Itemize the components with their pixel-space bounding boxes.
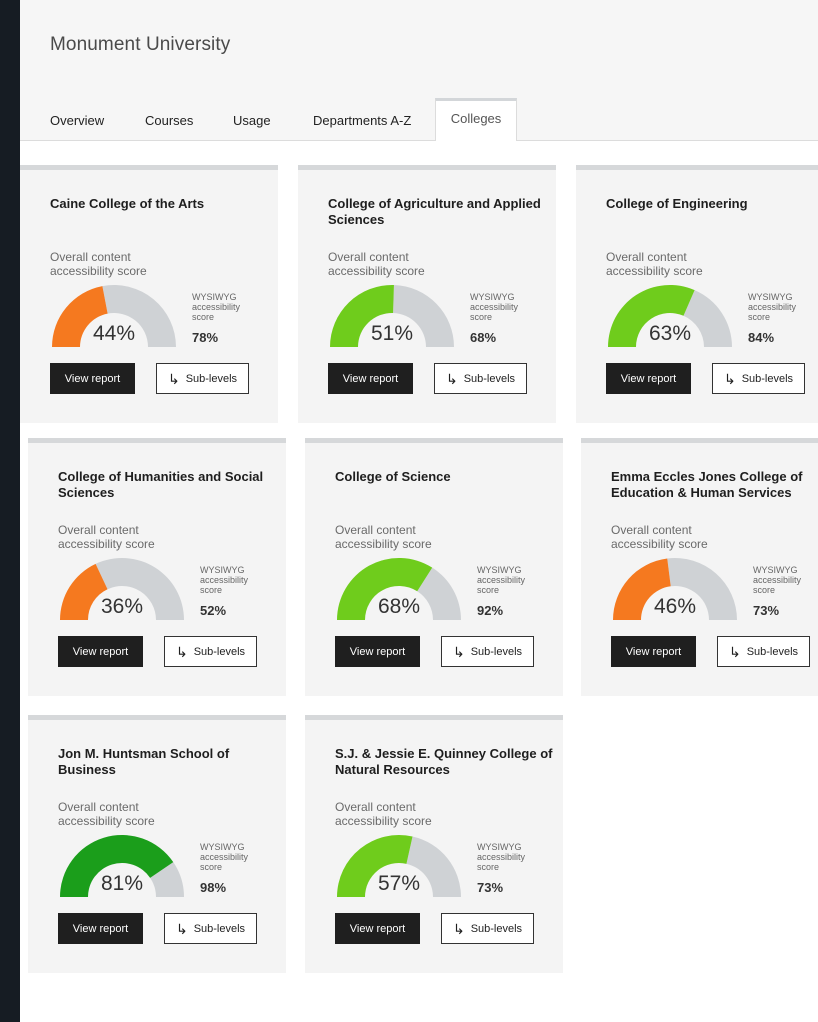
arrow-down-right-icon: ↳ bbox=[723, 370, 736, 387]
overall-score-value: 36% bbox=[100, 595, 144, 618]
college-name: College of Agriculture and Applied Scien… bbox=[328, 196, 541, 227]
wysiwyg-score-value: 73% bbox=[753, 603, 780, 618]
overall-score-label: Overall content accessibility score bbox=[335, 800, 432, 828]
wysiwyg-score-value: 52% bbox=[200, 603, 227, 618]
college-card: Caine College of the Arts Overall conten… bbox=[20, 165, 278, 423]
overall-score-value: 81% bbox=[100, 872, 144, 895]
sub-levels-label: Sub-levels bbox=[193, 922, 246, 935]
college-name: College of Science bbox=[335, 469, 451, 484]
overall-score-label: Overall content accessibility score bbox=[606, 250, 703, 278]
arrow-down-right-icon: ↳ bbox=[452, 643, 465, 660]
college-name: Jon M. Huntsman School of Business bbox=[58, 746, 230, 777]
sub-levels-button[interactable]: ↳ Sub-levels bbox=[712, 363, 805, 394]
sub-levels-label: Sub-levels bbox=[741, 372, 794, 385]
view-report-button[interactable]: View report bbox=[606, 363, 691, 394]
wysiwyg-score-label: WYSIWYG accessibility score bbox=[470, 292, 519, 322]
arrow-down-right-icon: ↳ bbox=[728, 643, 741, 660]
app-title: Monument University bbox=[50, 34, 231, 55]
wysiwyg-score-value: 98% bbox=[200, 880, 227, 895]
sub-levels-label: Sub-levels bbox=[470, 645, 523, 658]
college-name: S.J. & Jessie E. Quinney College of Natu… bbox=[335, 746, 553, 777]
wysiwyg-score-value: 92% bbox=[477, 603, 504, 618]
overall-score-label: Overall content accessibility score bbox=[50, 250, 147, 278]
overall-score-value: 51% bbox=[370, 322, 414, 345]
college-card: College of Science Overall content acces… bbox=[305, 438, 563, 696]
view-report-button[interactable]: View report bbox=[335, 913, 420, 944]
wysiwyg-score-label: WYSIWYG accessibility score bbox=[477, 842, 526, 872]
wysiwyg-score-label: WYSIWYG accessibility score bbox=[753, 565, 802, 595]
view-report-button[interactable]: View report bbox=[58, 636, 143, 667]
view-report-button[interactable]: View report bbox=[50, 363, 135, 394]
college-name: Caine College of the Arts bbox=[50, 196, 205, 211]
wysiwyg-score-label: WYSIWYG accessibility score bbox=[200, 842, 249, 872]
overall-score-label: Overall content accessibility score bbox=[335, 523, 432, 551]
college-card: Jon M. Huntsman School of Business Overa… bbox=[28, 715, 286, 973]
sub-levels-label: Sub-levels bbox=[463, 372, 516, 385]
sub-levels-button[interactable]: ↳ Sub-levels bbox=[717, 636, 810, 667]
overall-score-label: Overall content accessibility score bbox=[58, 800, 155, 828]
college-card: College of Agriculture and Applied Scien… bbox=[298, 165, 556, 423]
wysiwyg-score-label: WYSIWYG accessibility score bbox=[192, 292, 241, 322]
overall-score-label: Overall content accessibility score bbox=[58, 523, 155, 551]
college-name: College of Engineering bbox=[606, 196, 748, 211]
college-name: College of Humanities and Social Science… bbox=[58, 469, 264, 500]
sub-levels-label: Sub-levels bbox=[185, 372, 238, 385]
sub-levels-button[interactable]: ↳ Sub-levels bbox=[434, 363, 527, 394]
sub-levels-label: Sub-levels bbox=[746, 645, 799, 658]
sub-levels-button[interactable]: ↳ Sub-levels bbox=[156, 363, 249, 394]
college-card: S.J. & Jessie E. Quinney College of Natu… bbox=[305, 715, 563, 973]
wysiwyg-score-value: 68% bbox=[470, 330, 497, 345]
view-report-button[interactable]: View report bbox=[335, 636, 420, 667]
wysiwyg-score-label: WYSIWYG accessibility score bbox=[200, 565, 249, 595]
view-report-button[interactable]: View report bbox=[328, 363, 413, 394]
sub-levels-label: Sub-levels bbox=[470, 922, 523, 935]
arrow-down-right-icon: ↳ bbox=[167, 370, 180, 387]
wysiwyg-score-value: 78% bbox=[192, 330, 219, 345]
view-report-button[interactable]: View report bbox=[58, 913, 143, 944]
wysiwyg-score-label: WYSIWYG accessibility score bbox=[477, 565, 526, 595]
arrow-down-right-icon: ↳ bbox=[175, 920, 188, 937]
sub-levels-button[interactable]: ↳ Sub-levels bbox=[164, 913, 257, 944]
page: Monument University Overview Courses Usa… bbox=[20, 0, 818, 1022]
college-name: Emma Eccles Jones College of Education &… bbox=[611, 469, 803, 500]
overall-score-value: 46% bbox=[653, 595, 697, 618]
page-header: Monument University Overview Courses Usa… bbox=[20, 0, 818, 141]
college-card: College of Engineering Overall content a… bbox=[576, 165, 818, 423]
overall-score-label: Overall content accessibility score bbox=[611, 523, 708, 551]
arrow-down-right-icon: ↳ bbox=[175, 643, 188, 660]
arrow-down-right-icon: ↳ bbox=[445, 370, 458, 387]
tab-overview[interactable]: Overview bbox=[50, 113, 104, 128]
college-card: College of Humanities and Social Science… bbox=[28, 438, 286, 696]
sub-levels-label: Sub-levels bbox=[193, 645, 246, 658]
college-card: Emma Eccles Jones College of Education &… bbox=[581, 438, 818, 696]
overall-score-value: 57% bbox=[377, 872, 421, 895]
tab-courses[interactable]: Courses bbox=[145, 113, 193, 128]
wysiwyg-score-value: 84% bbox=[748, 330, 775, 345]
overall-score-label: Overall content accessibility score bbox=[328, 250, 425, 278]
arrow-down-right-icon: ↳ bbox=[452, 920, 465, 937]
overall-score-value: 63% bbox=[648, 322, 692, 345]
sub-levels-button[interactable]: ↳ Sub-levels bbox=[441, 636, 534, 667]
tab-usage[interactable]: Usage bbox=[233, 113, 271, 128]
sub-levels-button[interactable]: ↳ Sub-levels bbox=[441, 913, 534, 944]
tab-departments[interactable]: Departments A-Z bbox=[313, 113, 411, 128]
view-report-button[interactable]: View report bbox=[611, 636, 696, 667]
sub-levels-button[interactable]: ↳ Sub-levels bbox=[164, 636, 257, 667]
overall-score-value: 44% bbox=[92, 322, 136, 345]
tab-colleges[interactable]: Colleges bbox=[435, 98, 517, 141]
wysiwyg-score-value: 73% bbox=[477, 880, 504, 895]
overall-score-value: 68% bbox=[377, 595, 421, 618]
wysiwyg-score-label: WYSIWYG accessibility score bbox=[748, 292, 797, 322]
